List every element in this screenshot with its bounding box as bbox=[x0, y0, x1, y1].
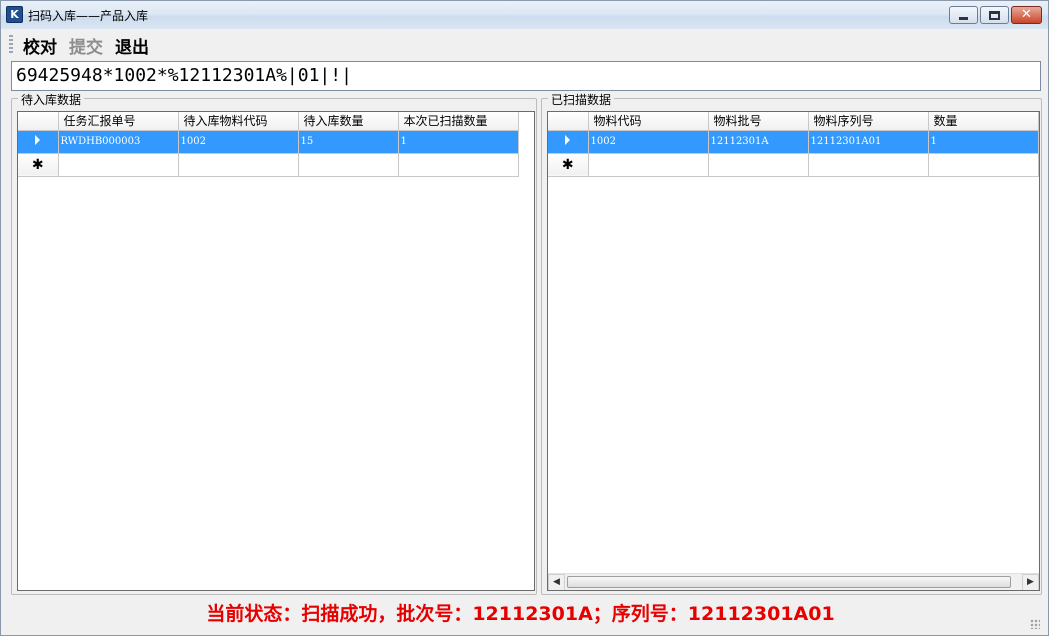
window-title: 扫码入库——产品入库 bbox=[28, 9, 149, 23]
table-cell[interactable]: 12112301A bbox=[708, 130, 809, 154]
scroll-track[interactable] bbox=[565, 574, 1022, 590]
column-header[interactable]: 物料序列号 bbox=[808, 112, 929, 131]
title-bar[interactable]: K 扫码入库——产品入库 ✕ bbox=[1, 1, 1048, 29]
row-selector[interactable]: ✱ bbox=[18, 153, 59, 177]
table-cell[interactable]: 15 bbox=[298, 130, 399, 154]
new-row-icon: ✱ bbox=[31, 156, 44, 173]
table-cell[interactable] bbox=[708, 153, 809, 177]
minimize-icon bbox=[959, 16, 968, 20]
exit-button[interactable]: 退出 bbox=[115, 33, 149, 58]
horizontal-scrollbar[interactable]: ◀ ▶ bbox=[548, 573, 1039, 590]
scanned-table: 物料代码 物料批号 物料序列号 数量 1002 12112301A 121123… bbox=[548, 112, 1039, 177]
table-cell[interactable] bbox=[298, 153, 399, 177]
current-row-icon bbox=[35, 135, 41, 145]
table-cell[interactable] bbox=[588, 153, 709, 177]
pending-group: 待入库数据 任务汇报单号 待入库物料代码 待入库数量 本次已扫描数量 RWDHB… bbox=[11, 91, 537, 595]
close-button[interactable]: ✕ bbox=[1011, 6, 1042, 24]
table-cell[interactable] bbox=[808, 153, 929, 177]
status-message: 当前状态：扫描成功，批次号：12112301A；序列号：12112301A01 bbox=[206, 603, 835, 625]
new-row-icon: ✱ bbox=[561, 156, 574, 173]
table-cell[interactable] bbox=[58, 153, 179, 177]
row-selector[interactable]: ✱ bbox=[548, 153, 589, 177]
column-header[interactable]: 本次已扫描数量 bbox=[398, 112, 519, 131]
table-cell[interactable]: 1 bbox=[398, 130, 519, 154]
minimize-button[interactable] bbox=[949, 6, 978, 24]
maximize-button[interactable] bbox=[980, 6, 1009, 24]
maximize-icon bbox=[989, 10, 1000, 20]
pending-grid[interactable]: 任务汇报单号 待入库物料代码 待入库数量 本次已扫描数量 RWDHB000003… bbox=[17, 111, 535, 591]
scroll-left-icon[interactable]: ◀ bbox=[548, 574, 565, 590]
pending-table: 任务汇报单号 待入库物料代码 待入库数量 本次已扫描数量 RWDHB000003… bbox=[18, 112, 519, 177]
row-header-corner[interactable] bbox=[18, 112, 59, 131]
barcode-input[interactable]: 69425948*1002*%12112301A%|01|!| bbox=[11, 61, 1041, 91]
toolbar-grip[interactable] bbox=[9, 35, 13, 55]
toolbar: 校对 提交 退出 bbox=[9, 31, 1041, 59]
column-header[interactable]: 物料代码 bbox=[588, 112, 709, 131]
table-cell[interactable]: 1002 bbox=[588, 130, 709, 154]
resize-grip-icon[interactable] bbox=[1030, 619, 1040, 629]
window-controls: ✕ bbox=[949, 6, 1042, 24]
row-header-corner[interactable] bbox=[548, 112, 589, 131]
pending-group-label: 待入库数据 bbox=[18, 91, 85, 108]
main-window: K 扫码入库——产品入库 ✕ 校对 提交 退出 69425948*1002*%1… bbox=[0, 0, 1049, 636]
app-logo-icon: K bbox=[6, 6, 23, 23]
new-row[interactable]: ✱ bbox=[548, 153, 1039, 177]
column-header[interactable]: 物料批号 bbox=[708, 112, 809, 131]
table-row[interactable]: RWDHB000003 1002 15 1 bbox=[18, 130, 519, 154]
scanned-group: 已扫描数据 物料代码 物料批号 物料序列号 数量 1002 12112301A … bbox=[541, 91, 1042, 595]
table-cell[interactable]: RWDHB000003 bbox=[58, 130, 179, 154]
check-button[interactable]: 校对 bbox=[23, 33, 57, 58]
scanned-group-label: 已扫描数据 bbox=[548, 91, 615, 108]
row-selector[interactable] bbox=[18, 130, 59, 154]
new-row[interactable]: ✱ bbox=[18, 153, 519, 177]
scanned-grid[interactable]: 物料代码 物料批号 物料序列号 数量 1002 12112301A 121123… bbox=[547, 111, 1040, 591]
scroll-thumb[interactable] bbox=[567, 576, 1011, 588]
current-row-icon bbox=[565, 135, 571, 145]
close-icon: ✕ bbox=[1021, 7, 1032, 22]
table-cell[interactable]: 1002 bbox=[178, 130, 299, 154]
table-cell[interactable]: 12112301A01 bbox=[808, 130, 929, 154]
scroll-right-icon[interactable]: ▶ bbox=[1022, 574, 1039, 590]
row-selector[interactable] bbox=[548, 130, 589, 154]
column-header[interactable]: 任务汇报单号 bbox=[58, 112, 179, 131]
column-header[interactable]: 数量 bbox=[928, 112, 1039, 131]
column-header[interactable]: 待入库数量 bbox=[298, 112, 399, 131]
table-cell[interactable] bbox=[178, 153, 299, 177]
table-cell[interactable]: 1 bbox=[928, 130, 1039, 154]
submit-button[interactable]: 提交 bbox=[69, 33, 103, 58]
table-cell[interactable] bbox=[398, 153, 519, 177]
table-row[interactable]: 1002 12112301A 12112301A01 1 bbox=[548, 130, 1039, 154]
table-cell[interactable] bbox=[928, 153, 1039, 177]
column-header[interactable]: 待入库物料代码 bbox=[178, 112, 299, 131]
